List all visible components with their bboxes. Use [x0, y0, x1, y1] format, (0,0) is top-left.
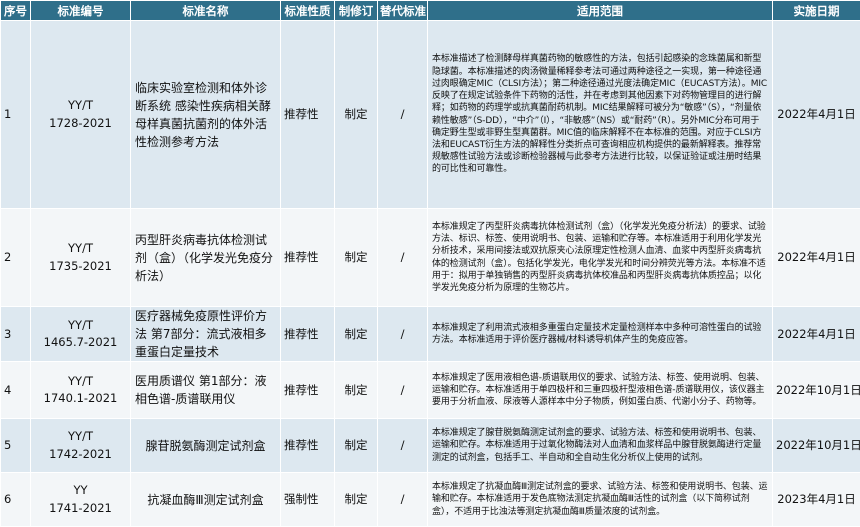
row-nature: 推荐性 — [281, 419, 335, 473]
header-seq: 序号 — [1, 1, 31, 21]
row-code-prefix: YY/T — [68, 98, 93, 112]
table-row: 2 YY/T 1735-2021 丙型肝炎病毒抗体检测试剂（盒）（化学发光免疫分析… — [1, 209, 860, 307]
table-row: 6 YY 1741-2021 抗凝血酶Ⅲ测定试剂盒 强制性 制定 / 本标准规定了… — [1, 473, 860, 527]
row-code-prefix: YY/T — [68, 429, 93, 443]
row-name: 临床实验室检测和体外诊断系统 感染性疾病相关酵母样真菌抗菌剂的体外活性检测参考方… — [131, 21, 281, 209]
row-date: 2022年4月1日 — [773, 307, 860, 362]
table-row: 5 YY/T 1742-2021 腺苷脱氨酶测定试剂盒 推荐性 制定 / 本标准规… — [1, 419, 860, 473]
header-replace: 替代标准 — [378, 1, 428, 21]
row-replace: / — [378, 209, 428, 307]
table-row: 4 YY/T1740.1-2021 医用质谱仪 第1部分：液相色谱-质谱联用仪 … — [1, 362, 860, 419]
row-replace: / — [378, 473, 428, 527]
row-seq: 5 — [1, 419, 31, 473]
row-code-prefix: YY/T — [68, 318, 93, 332]
row-code: YY/T 1742-2021 — [31, 419, 131, 473]
row-code: YY/T 1735-2021 — [31, 209, 131, 307]
row-revision: 制定 — [335, 473, 378, 527]
row-replace: / — [378, 362, 428, 419]
row-seq: 6 — [1, 473, 31, 527]
header-name: 标准名称 — [131, 1, 281, 21]
row-code-number: 1740.1-2021 — [44, 391, 118, 405]
row-code-number: 1742-2021 — [49, 447, 112, 461]
row-revision: 制定 — [335, 21, 378, 209]
row-scope: 本标准规定了医用液相色谱-质谱联用仪的要求、试验方法、标签、使用说明、包装、运输… — [428, 362, 773, 419]
row-name: 丙型肝炎病毒抗体检测试剂（盒）（化学发光免疫分析法） — [131, 209, 281, 307]
row-nature: 推荐性 — [281, 307, 335, 362]
table-row: 3 YY/T 1465.7-2021 医疗器械免疫原性评价方法 第7部分：流式液相… — [1, 307, 860, 362]
header-revision: 制修订 — [335, 1, 378, 21]
row-code-prefix: YY/T — [68, 374, 93, 388]
row-nature: 强制性 — [281, 473, 335, 527]
row-name: 医用质谱仪 第1部分：液相色谱-质谱联用仪 — [131, 362, 281, 419]
row-seq: 2 — [1, 209, 31, 307]
row-replace: / — [378, 419, 428, 473]
row-nature: 推荐性 — [281, 209, 335, 307]
row-revision: 制定 — [335, 362, 378, 419]
row-name: 医疗器械免疫原性评价方法 第7部分：流式液相多重蛋白定量技术 — [131, 307, 281, 362]
row-code-number: 1741-2021 — [49, 501, 112, 515]
row-code: YY 1741-2021 — [31, 473, 131, 527]
table-row: 1 YY/T 1728-2021 临床实验室检测和体外诊断系统 感染性疾病相关酵母… — [1, 21, 860, 209]
row-date: 2022年10月1日 — [773, 362, 860, 419]
row-date: 2023年4月1日 — [773, 473, 860, 527]
row-date: 2022年4月1日 — [773, 21, 860, 209]
header-code: 标准编号 — [31, 1, 131, 21]
standards-table: 序号 标准编号 标准名称 标准性质 制修订 替代标准 适用范围 实施日期 1 Y… — [0, 0, 860, 527]
row-code-number: 1728-2021 — [49, 116, 112, 130]
row-replace: / — [378, 307, 428, 362]
row-code-prefix: YY/T — [68, 241, 93, 255]
row-scope: 本标准规定了抗凝血酶Ⅲ测定试剂盒的要求、试验方法、标签和使用说明书、包装、运输和… — [428, 473, 773, 527]
row-code: YY/T 1740.1-2021 — [31, 362, 131, 419]
row-scope: 本标准描述了检测酵母样真菌药物的敏感性的方法，包括引起感染的念珠菌属和新型隐球菌… — [428, 21, 773, 209]
header-scope: 适用范围 — [428, 1, 773, 21]
row-code: YY/T 1728-2021 — [31, 21, 131, 209]
row-name: 抗凝血酶Ⅲ测定试剂盒 — [131, 473, 281, 527]
row-nature: 推荐性 — [281, 21, 335, 209]
row-code-prefix: YY — [73, 483, 87, 497]
row-scope: 本标准规定了丙型肝炎病毒抗体检测试剂（盒）（化学发光免疫分析法）的要求、试验方法… — [428, 209, 773, 307]
header-date: 实施日期 — [773, 1, 860, 21]
row-replace: / — [378, 21, 428, 209]
row-revision: 制定 — [335, 419, 378, 473]
row-revision: 制定 — [335, 209, 378, 307]
row-revision: 制定 — [335, 307, 378, 362]
row-nature: 推荐性 — [281, 362, 335, 419]
row-code-number: 1735-2021 — [49, 259, 112, 273]
row-name: 腺苷脱氨酶测定试剂盒 — [131, 419, 281, 473]
row-date: 2022年4月1日 — [773, 209, 860, 307]
row-date: 2022年10月1日 — [773, 419, 860, 473]
row-seq: 3 — [1, 307, 31, 362]
row-code: YY/T 1465.7-2021 — [31, 307, 131, 362]
row-scope: 本标准规定了利用流式液相多重蛋白定量技术定量检测样本中多种可溶性蛋白的试验方法。… — [428, 307, 773, 362]
row-seq: 1 — [1, 21, 31, 209]
header-nature: 标准性质 — [281, 1, 335, 21]
row-seq: 4 — [1, 362, 31, 419]
row-code-number: 1465.7-2021 — [44, 335, 118, 349]
header-row: 序号 标准编号 标准名称 标准性质 制修订 替代标准 适用范围 实施日期 — [1, 1, 860, 21]
row-scope: 本标准规定了腺苷脱氨酶测定试剂盒的要求、试验方法、标签和使用说明书、包装、运输和… — [428, 419, 773, 473]
